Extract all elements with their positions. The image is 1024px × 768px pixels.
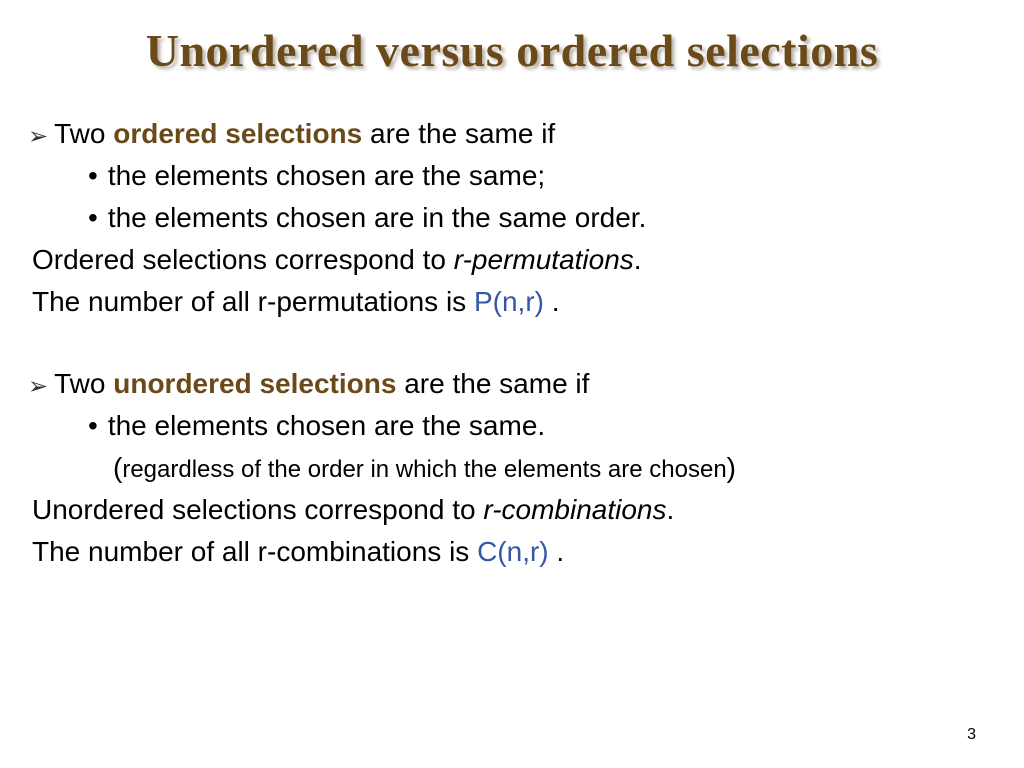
- ordered-sub1: • the elements chosen are the same;: [28, 155, 996, 197]
- ordered-line3: Ordered selections correspond to r-permu…: [32, 239, 996, 281]
- unordered-note: (regardless of the order in which the el…: [113, 447, 996, 489]
- formula-pnr: P(n,r): [474, 286, 544, 317]
- page-number: 3: [967, 726, 976, 744]
- ordered-line4: The number of all r-permutations is P(n,…: [32, 281, 996, 323]
- unordered-lead-text: Two unordered selections are the same if: [54, 363, 589, 405]
- formula-cnr: C(n,r): [477, 536, 549, 567]
- text-emphasis: unordered selections: [113, 368, 396, 399]
- bullet-dot-icon: •: [88, 197, 98, 239]
- text-pre: The number of all r-combinations is: [32, 536, 477, 567]
- close-paren: ): [727, 452, 736, 483]
- unordered-line3: Unordered selections correspond to r-com…: [32, 489, 996, 531]
- ordered-lead-text: Two ordered selections are the same if: [54, 113, 555, 155]
- slide-title: Unordered versus ordered selections: [28, 24, 996, 77]
- text-suffix: are the same if: [362, 118, 555, 149]
- unordered-sub1-text: the elements chosen are the same.: [108, 405, 545, 447]
- text-prefix: Two: [54, 368, 113, 399]
- section-gap: [28, 323, 996, 363]
- text-suffix: are the same if: [396, 368, 589, 399]
- unordered-lead: ➢ Two unordered selections are the same …: [28, 363, 996, 405]
- open-paren: (: [113, 452, 122, 483]
- bullet-dot-icon: •: [88, 405, 98, 447]
- unordered-line4: The number of all r-combinations is C(n,…: [32, 531, 996, 573]
- text-post: .: [544, 286, 560, 317]
- text-post: .: [667, 494, 675, 525]
- text-pre: Unordered selections correspond to: [32, 494, 483, 525]
- text-italic: r-combinations: [483, 494, 666, 525]
- unordered-sub1: • the elements chosen are the same.: [28, 405, 996, 447]
- ordered-lead: ➢ Two ordered selections are the same if: [28, 113, 996, 155]
- chevron-right-icon: ➢: [28, 119, 48, 155]
- text-prefix: Two: [54, 118, 113, 149]
- note-text: regardless of the order in which the ele…: [122, 456, 726, 483]
- ordered-sub1-text: the elements chosen are the same;: [108, 155, 545, 197]
- ordered-sub2: • the elements chosen are in the same or…: [28, 197, 996, 239]
- text-post: .: [549, 536, 565, 567]
- bullet-dot-icon: •: [88, 155, 98, 197]
- chevron-right-icon: ➢: [28, 369, 48, 405]
- slide-content: ➢ Two ordered selections are the same if…: [28, 113, 996, 573]
- text-pre: The number of all r-permutations is: [32, 286, 474, 317]
- text-post: .: [634, 244, 642, 275]
- text-emphasis: ordered selections: [113, 118, 362, 149]
- text-italic: r-permutations: [454, 244, 634, 275]
- ordered-sub2-text: the elements chosen are in the same orde…: [108, 197, 647, 239]
- text-pre: Ordered selections correspond to: [32, 244, 454, 275]
